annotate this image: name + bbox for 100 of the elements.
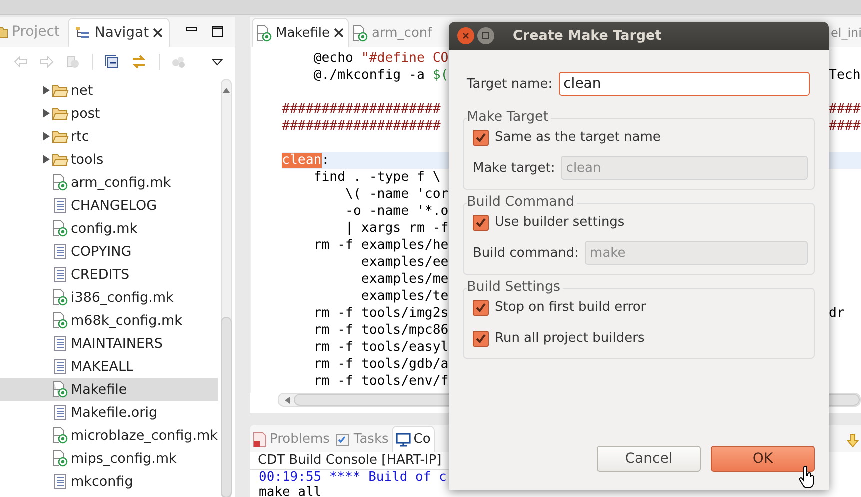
code-line: rm -f tools/gdb/a — [312, 357, 449, 372]
code-line: @./mkconfig -a $( — [312, 68, 449, 83]
view-menu-icon[interactable] — [212, 58, 223, 66]
tree-item[interactable]: Makefile.orig — [0, 401, 218, 424]
code-line: rm -f tools/env/f — [312, 374, 449, 389]
close-icon[interactable] — [153, 28, 164, 38]
tree-item[interactable]: MAKEALL — [0, 355, 218, 378]
expand-arrow-icon[interactable] — [42, 155, 50, 164]
down-arrow-icon[interactable] — [847, 434, 859, 448]
makefile-icon — [53, 174, 68, 191]
tree-item[interactable]: rtc — [0, 125, 218, 148]
expand-arrow-icon[interactable] — [42, 86, 50, 95]
hand-cursor-icon — [799, 466, 815, 490]
text-file-icon — [54, 404, 67, 420]
text-file-icon — [54, 336, 67, 352]
text-file-icon — [54, 266, 67, 282]
folder-icon — [52, 84, 69, 98]
code-line: \( -name 'cor — [344, 187, 449, 202]
text-file-icon — [54, 358, 67, 374]
tree-item[interactable]: m68k_config.mk — [0, 309, 218, 332]
makefile-icon — [257, 24, 272, 42]
checkbox-label: Use builder settings — [495, 215, 625, 230]
makefile-icon — [353, 24, 368, 42]
group-title: Build Settings — [467, 280, 563, 295]
code-line: examples/te — [360, 289, 449, 304]
folder-icon — [52, 130, 69, 144]
makefile-icon — [52, 427, 68, 444]
checkbox[interactable] — [473, 300, 489, 316]
code-line: | xargs rm -f — [344, 221, 449, 236]
checkbox[interactable] — [473, 214, 489, 230]
tree-item[interactable]: COPYING — [0, 240, 218, 263]
makefile-icon — [53, 289, 68, 306]
checkbox[interactable] — [473, 330, 489, 346]
code-text: #### — [829, 118, 861, 135]
text-file-icon — [54, 244, 67, 260]
editor-tab[interactable]: Makefile — [252, 18, 350, 47]
dialog-title: Create Make Target — [513, 28, 662, 44]
scrollbar-thumb[interactable] — [221, 317, 232, 497]
checkbox-label: Same as the target name — [495, 130, 661, 145]
code-line: examples/me — [360, 272, 449, 287]
input-field[interactable]: clean — [558, 72, 810, 96]
code-line: rm -f tools/mpc86 — [312, 323, 449, 338]
makefile-icon — [53, 450, 68, 467]
tree-item[interactable]: mkconfig — [0, 470, 218, 493]
view-tab[interactable]: Co — [392, 426, 435, 452]
folder-icon — [52, 106, 69, 120]
problems-icon — [253, 432, 267, 448]
checkbox[interactable] — [473, 130, 489, 146]
dots-icon[interactable] — [172, 56, 186, 68]
checkbox-label: Run all project builders — [495, 331, 645, 346]
tree-item[interactable]: CREDITS — [0, 263, 218, 286]
scrollbar[interactable] — [221, 79, 232, 497]
cancel-button[interactable]: Cancel — [597, 446, 701, 472]
scroll-left-icon[interactable] — [285, 396, 290, 404]
tree-item[interactable]: Makefile — [0, 378, 218, 401]
checkbox-label: Stop on first build error — [495, 300, 646, 315]
makefile-icon — [53, 220, 68, 237]
code-line: #################### — [282, 119, 441, 134]
minimize-icon[interactable] — [186, 27, 197, 32]
maximize-icon[interactable] — [212, 26, 223, 37]
code-line: -o -name '*.o — [344, 204, 449, 219]
close-icon[interactable] — [334, 28, 344, 38]
code-line: rm -f tools/img2s — [312, 306, 449, 321]
console-icon — [396, 432, 411, 446]
expand-arrow-icon[interactable] — [42, 109, 50, 118]
project-icon — [0, 25, 8, 39]
code-text: Tech — [829, 67, 861, 84]
code-text: dr — [829, 305, 846, 322]
code-line: @echo "#define CO — [312, 51, 449, 66]
folder-icon — [52, 152, 69, 166]
tree-item[interactable]: post — [0, 102, 218, 125]
group-title: Make Target — [467, 110, 551, 125]
code-line: rm -f tools/easyl — [312, 340, 449, 355]
tree-item[interactable]: arm_config.mk — [0, 171, 218, 194]
expand-arrow-icon[interactable] — [42, 132, 50, 141]
code-text: #### — [829, 101, 861, 118]
console-line: 00:19:55 **** Build of c — [258, 470, 447, 485]
field-label: Target name: — [467, 76, 553, 92]
tree-item[interactable]: config.mk — [0, 217, 218, 240]
text-file-icon — [54, 474, 67, 490]
view-tab[interactable]: Navigat — [68, 18, 170, 46]
tree-item[interactable]: microblaze_config.mk — [0, 424, 218, 447]
console-line: make all — [258, 485, 322, 497]
tree-item[interactable]: net — [0, 79, 218, 102]
makefile-icon — [53, 312, 68, 329]
code-line: find . -type f \ — [312, 170, 441, 185]
field-label: Make target: — [473, 160, 556, 176]
navigator-icon — [74, 26, 91, 40]
tree-item[interactable]: tools — [0, 148, 218, 171]
tree-item[interactable]: MAINTAINERS — [0, 332, 218, 355]
code-line: rm -f examples/he — [312, 238, 449, 253]
ok-button[interactable]: OK — [711, 446, 815, 472]
scroll-up-icon[interactable] — [223, 88, 230, 93]
tree-item[interactable]: mips_config.mk — [0, 447, 218, 470]
tree-item[interactable]: CHANGELOG — [0, 194, 218, 217]
code-line: #################### — [282, 102, 441, 117]
tasks-icon — [336, 432, 351, 447]
tree-item[interactable]: i386_config.mk — [0, 286, 218, 309]
makefile-icon — [53, 381, 68, 398]
collapse-all-icon[interactable] — [105, 55, 119, 69]
